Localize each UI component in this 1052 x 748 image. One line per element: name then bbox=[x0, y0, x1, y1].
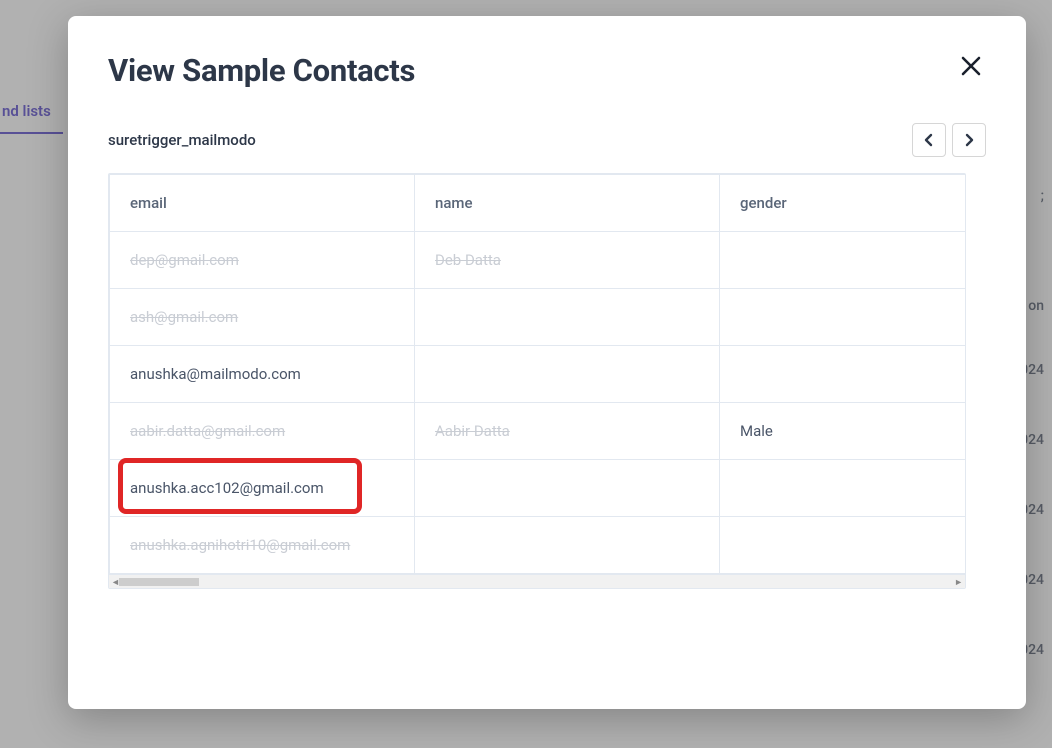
table-row: anushka@mailmodo.com bbox=[110, 346, 966, 403]
cell-name bbox=[415, 517, 720, 574]
contacts-table-wrapper: email name gender dep@gmail.comDeb Datta… bbox=[108, 173, 966, 589]
list-name-label: suretrigger_mailmodo bbox=[108, 131, 256, 149]
table-row: ash@gmail.com bbox=[110, 289, 966, 346]
scrollbar-thumb[interactable] bbox=[119, 578, 199, 586]
cell-gender bbox=[720, 460, 966, 517]
cell-name: Aabir Datta bbox=[415, 403, 720, 460]
cell-email: aabir.datta@gmail.com bbox=[110, 403, 415, 460]
prev-button[interactable] bbox=[912, 123, 946, 157]
contacts-table: email name gender dep@gmail.comDeb Datta… bbox=[109, 174, 965, 574]
cell-name bbox=[415, 346, 720, 403]
table-row: anushka.agnihotri10@gmail.com bbox=[110, 517, 966, 574]
column-header-email: email bbox=[110, 175, 415, 232]
cell-email: dep@gmail.com bbox=[110, 232, 415, 289]
cell-gender bbox=[720, 346, 966, 403]
cell-name bbox=[415, 460, 720, 517]
chevron-left-icon bbox=[924, 133, 934, 147]
cell-gender bbox=[720, 517, 966, 574]
close-button[interactable] bbox=[956, 52, 986, 84]
pagination-nav bbox=[912, 123, 986, 157]
modal-subheader: suretrigger_mailmodo bbox=[108, 123, 986, 157]
cell-gender bbox=[720, 232, 966, 289]
close-icon bbox=[960, 55, 982, 77]
modal-title: View Sample Contacts bbox=[108, 52, 415, 89]
cell-email: anushka.agnihotri10@gmail.com bbox=[110, 517, 415, 574]
cell-name: Deb Datta bbox=[415, 232, 720, 289]
cell-email: anushka.acc102@gmail.com bbox=[110, 460, 415, 517]
next-button[interactable] bbox=[952, 123, 986, 157]
column-header-name: name bbox=[415, 175, 720, 232]
table-row: aabir.datta@gmail.comAabir DattaMale bbox=[110, 403, 966, 460]
column-header-gender: gender bbox=[720, 175, 966, 232]
view-sample-contacts-modal: View Sample Contacts suretrigger_mailmod… bbox=[68, 16, 1026, 709]
table-header-row: email name gender bbox=[110, 175, 966, 232]
cell-gender: Male bbox=[720, 403, 966, 460]
cell-email: anushka@mailmodo.com bbox=[110, 346, 415, 403]
table-row: anushka.acc102@gmail.com bbox=[110, 460, 966, 517]
contacts-table-scroll[interactable]: email name gender dep@gmail.comDeb Datta… bbox=[109, 174, 965, 588]
scrollbar-arrow-right-icon: ► bbox=[954, 577, 963, 588]
cell-name bbox=[415, 289, 720, 346]
cell-gender bbox=[720, 289, 966, 346]
cell-email: ash@gmail.com bbox=[110, 289, 415, 346]
horizontal-scrollbar[interactable]: ◄ ► bbox=[109, 574, 965, 588]
table-row: dep@gmail.comDeb Datta bbox=[110, 232, 966, 289]
chevron-right-icon bbox=[964, 133, 974, 147]
modal-header: View Sample Contacts bbox=[108, 52, 986, 89]
